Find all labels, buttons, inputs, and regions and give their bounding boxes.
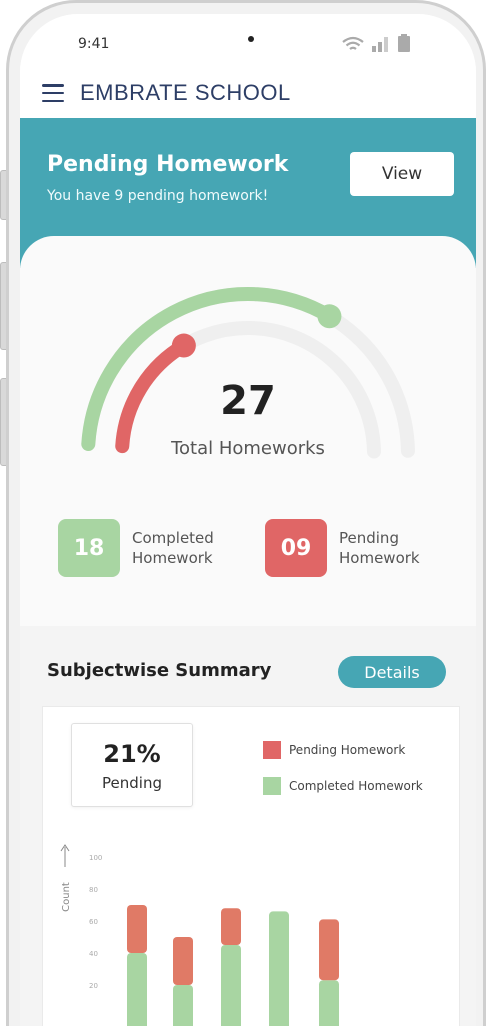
bar-completed-3 bbox=[221, 945, 241, 1026]
legend-completed: Completed Homework bbox=[263, 777, 423, 795]
app-title: EMBRATE SCHOOL bbox=[80, 80, 291, 105]
bar-completed-1 bbox=[127, 953, 147, 1026]
gauge-completed-knob bbox=[317, 304, 342, 329]
bar-pending-2 bbox=[173, 937, 193, 985]
menu-icon[interactable] bbox=[42, 84, 64, 102]
gauge-outer-track bbox=[81, 287, 415, 458]
y-axis-label: Count bbox=[61, 882, 72, 912]
bar-completed-5 bbox=[319, 980, 339, 1026]
app-bar: EMBRATE SCHOOL bbox=[20, 72, 476, 120]
completed-stat: 18 Completed Homework bbox=[58, 516, 242, 580]
y-tick-label: 60 bbox=[89, 918, 98, 926]
view-button[interactable]: View bbox=[350, 152, 454, 196]
homework-progress-card: 27 Total Homeworks 18 Completed Homework… bbox=[20, 236, 476, 636]
y-tick-label: 40 bbox=[89, 950, 98, 958]
pending-count-badge: 09 bbox=[265, 519, 327, 577]
status-bar: 9:41 bbox=[20, 14, 476, 74]
banner-subtitle: You have 9 pending homework! bbox=[47, 188, 269, 204]
legend-label-completed: Completed Homework bbox=[289, 779, 423, 793]
legend-pending: Pending Homework bbox=[263, 741, 405, 759]
legend-swatch-pending bbox=[263, 741, 281, 759]
pending-label: Pending Homework bbox=[339, 529, 420, 567]
y-tick-label: 100 bbox=[89, 854, 102, 862]
banner-title: Pending Homework bbox=[47, 152, 289, 177]
battery-icon bbox=[398, 34, 410, 52]
status-icons bbox=[342, 34, 410, 52]
phone-screen: 9:41 EMBRATE SCHOOL Pending Homework You bbox=[20, 14, 476, 1026]
bar-pending-5 bbox=[319, 919, 339, 981]
legend-label-pending: Pending Homework bbox=[289, 743, 406, 757]
total-homework-label: Total Homeworks bbox=[171, 438, 325, 459]
bar-pending-3 bbox=[221, 908, 241, 945]
pending-percent: 21% bbox=[103, 740, 161, 768]
y-tick-label: 80 bbox=[89, 886, 98, 894]
summary-chart-card: 21% Pending Pending Homework Completed H… bbox=[42, 706, 460, 1026]
bar-completed-4 bbox=[269, 911, 289, 1026]
wifi-icon bbox=[342, 36, 364, 50]
completed-count-badge: 18 bbox=[58, 519, 120, 577]
total-homework-count: 27 bbox=[220, 378, 276, 424]
details-button[interactable]: Details bbox=[338, 656, 446, 688]
y-tick-label: 20 bbox=[89, 982, 98, 990]
bar-pending-1 bbox=[127, 905, 147, 953]
bar-completed-2 bbox=[173, 985, 193, 1026]
pending-percent-box: 21% Pending bbox=[71, 723, 193, 807]
signal-icon bbox=[372, 37, 388, 52]
status-time: 9:41 bbox=[78, 36, 110, 52]
subjectwise-summary: Subjectwise Summary Details 21% Pending … bbox=[20, 626, 476, 1026]
gauge-pending-knob bbox=[171, 333, 196, 358]
summary-title: Subjectwise Summary bbox=[47, 660, 272, 681]
pending-percent-label: Pending bbox=[102, 774, 162, 792]
subjectwise-bar-chart: Count 20 40 60 80 100 bbox=[60, 844, 339, 1026]
pending-stat: 09 Pending Homework bbox=[265, 516, 449, 580]
camera-notch bbox=[248, 36, 254, 42]
legend-swatch-completed bbox=[263, 777, 281, 795]
completed-label: Completed Homework bbox=[132, 529, 214, 567]
